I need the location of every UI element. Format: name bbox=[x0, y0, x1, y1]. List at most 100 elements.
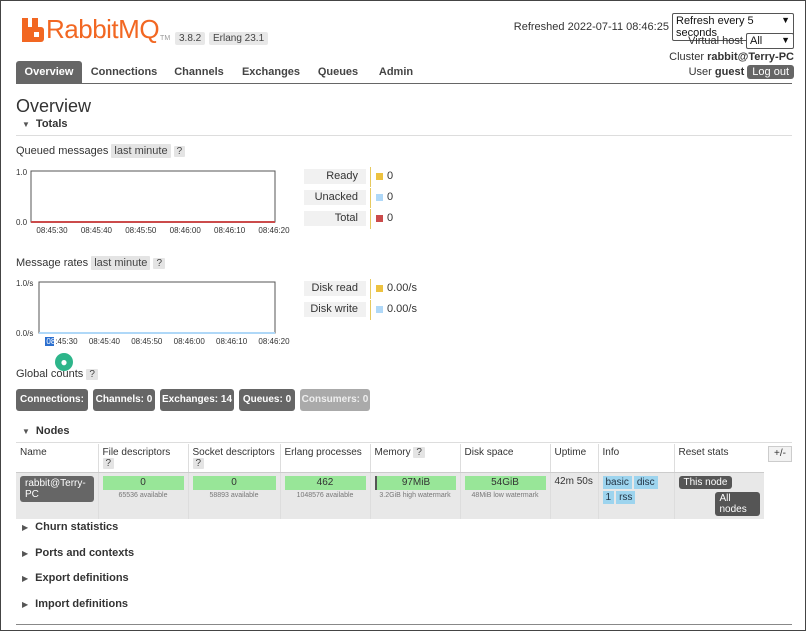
legend-label: Disk write bbox=[304, 302, 366, 317]
x-tick-label: 08:45:50 bbox=[125, 226, 157, 235]
legend-item: Disk write 0.00/s bbox=[304, 300, 454, 320]
refreshed-label: Refreshed bbox=[513, 20, 565, 33]
x-tick-label: 08:45:30 bbox=[36, 226, 68, 235]
count-badge-connections[interactable]: Connections: 0 bbox=[16, 389, 88, 427]
chevron-down-icon: ▼ bbox=[781, 15, 790, 25]
collapse-arrow-icon: ▼ bbox=[22, 120, 30, 129]
legend-item: Total 0 bbox=[304, 209, 454, 229]
x-tick-label: 08:46:20 bbox=[258, 226, 290, 235]
x-tick-label: 08:45:50 bbox=[131, 337, 163, 346]
x-axis-ticks: 08:45:30 08:45:40 08:45:50 08:46:00 08:46:10… bbox=[45, 337, 290, 346]
memory-help-button[interactable]: ? bbox=[413, 447, 425, 458]
legend-swatch bbox=[376, 194, 383, 201]
reset-this-node-button[interactable]: This node bbox=[678, 476, 733, 489]
queued-messages-label: Queued messages last minute ? bbox=[16, 144, 186, 158]
y-top-label: 1.0/s bbox=[16, 279, 33, 288]
col-uptime: Uptime bbox=[549, 444, 598, 473]
rabbitmq-version: 3.8.2 bbox=[175, 32, 206, 45]
vhost-select[interactable]: All ▼ bbox=[746, 33, 794, 49]
disk-watermark: 48MiB low watermark bbox=[471, 492, 539, 499]
x-tick-label: 08:46:00 bbox=[170, 226, 202, 235]
rabbit-logo-icon bbox=[22, 18, 44, 42]
erlang-proc-gauge: 462 bbox=[284, 476, 366, 490]
memory-watermark: 3.2GiB high watermark bbox=[379, 492, 451, 499]
nodes-table: Name File descriptors ? Socket descripto… bbox=[16, 444, 764, 519]
socket-desc-available: 58893 available bbox=[209, 492, 259, 499]
col-reset-stats: Reset stats bbox=[673, 444, 764, 473]
expand-arrow-icon: ▶ bbox=[22, 600, 29, 609]
legend-item: Disk read 0.00/s bbox=[304, 279, 454, 299]
columns-toggle-button[interactable]: +/- bbox=[768, 446, 792, 462]
x-tick-label: 08:45:30 bbox=[46, 337, 78, 346]
legend-divider bbox=[370, 279, 371, 299]
legend-value: 0.00/s bbox=[387, 303, 417, 315]
legend-label: Total bbox=[304, 211, 366, 226]
legend-swatch bbox=[376, 306, 383, 313]
queued-help-button[interactable]: ? bbox=[173, 146, 186, 157]
plot-area bbox=[30, 170, 276, 223]
legend-divider bbox=[370, 300, 371, 320]
rates-range-toggle[interactable]: last minute bbox=[91, 256, 151, 270]
node-name-link[interactable]: rabbit@Terry-PC bbox=[20, 476, 94, 502]
churn-statistics-section[interactable]: ▶ Churn statistics bbox=[22, 521, 118, 533]
info-tag-basic: basic bbox=[602, 476, 632, 489]
y-bottom-label: 0.0/s bbox=[16, 329, 33, 338]
queued-messages-chart: 1.0 0.0 08:45:30 08:45:40 08:45:50 08:46:00… bbox=[16, 168, 290, 235]
queued-range-toggle[interactable]: last minute bbox=[111, 144, 171, 158]
tab-exchanges[interactable]: Exchanges bbox=[238, 61, 304, 84]
count-badge-consumers[interactable]: Consumers: 0 bbox=[300, 389, 370, 411]
tab-connections[interactable]: Connections bbox=[88, 61, 160, 84]
legend-label: Ready bbox=[304, 169, 366, 184]
file-desc-gauge: 0 bbox=[102, 476, 184, 490]
legend-swatch bbox=[376, 285, 383, 292]
table-row: rabbit@Terry-PC 0 65536 available 0 58893 … bbox=[16, 472, 764, 519]
count-badge-exchanges[interactable]: Exchanges: 14 bbox=[160, 389, 234, 411]
nodes-header-row: Name File descriptors ? Socket descripto… bbox=[16, 444, 764, 473]
col-erlang-processes: Erlang processes bbox=[279, 444, 370, 473]
expand-arrow-icon: ▶ bbox=[22, 523, 29, 532]
chevron-down-icon: ▼ bbox=[781, 35, 790, 45]
info-tag-rss: rss bbox=[616, 491, 636, 504]
y-bottom-label: 0.0 bbox=[16, 218, 28, 227]
y-top-label: 1.0 bbox=[16, 168, 28, 177]
tab-overview[interactable]: Overview bbox=[16, 61, 82, 84]
tab-queues[interactable]: Queues bbox=[312, 61, 364, 84]
legend-label: Unacked bbox=[304, 190, 366, 205]
file-desc-help-button[interactable]: ? bbox=[102, 458, 115, 469]
expand-arrow-icon: ▶ bbox=[22, 549, 29, 558]
legend-divider bbox=[370, 209, 371, 229]
vhost-row: Virtual host All ▼ bbox=[688, 33, 794, 49]
expand-arrow-icon: ▶ bbox=[22, 574, 29, 583]
col-name: Name bbox=[16, 444, 98, 473]
import-definitions-section[interactable]: ▶ Import definitions bbox=[22, 598, 128, 610]
rabbitmq-logo[interactable]: RabbitMQ TM bbox=[22, 16, 170, 42]
info-tag-disc: disc bbox=[633, 476, 658, 489]
legend-value: 0 bbox=[387, 212, 394, 224]
legend-item: Ready 0 bbox=[304, 167, 454, 187]
uptime-value: 42m 50s bbox=[549, 472, 598, 519]
tab-admin[interactable]: Admin bbox=[372, 61, 420, 84]
count-badge-channels[interactable]: Channels: 0 bbox=[93, 389, 155, 411]
ports-contexts-section[interactable]: ▶ Ports and contexts bbox=[22, 547, 134, 559]
export-definitions-section[interactable]: ▶ Export definitions bbox=[22, 572, 129, 584]
legend-item: Unacked 0 bbox=[304, 188, 454, 208]
socket-desc-help-button[interactable]: ? bbox=[192, 458, 205, 469]
socket-desc-gauge: 0 bbox=[192, 476, 276, 490]
brand-name: RabbitMQ bbox=[46, 14, 160, 44]
global-counts-label: Global counts ? bbox=[16, 368, 98, 380]
legend-value: 0.00/s bbox=[387, 282, 417, 294]
tab-channels[interactable]: Channels bbox=[168, 61, 230, 84]
trademark: TM bbox=[160, 35, 171, 42]
totals-section-header[interactable]: ▼ Totals bbox=[16, 118, 792, 136]
global-counts-help-button[interactable]: ? bbox=[86, 369, 98, 380]
legend-swatch bbox=[376, 173, 383, 180]
legend-swatch bbox=[376, 215, 383, 222]
col-socket-descriptors: Socket descriptors? bbox=[187, 444, 280, 473]
x-tick-label: 08:46:10 bbox=[216, 337, 248, 346]
rates-help-button[interactable]: ? bbox=[153, 258, 166, 269]
reset-all-nodes-button[interactable]: All nodes bbox=[714, 492, 760, 516]
count-badge-queues[interactable]: Queues: 0 bbox=[239, 389, 295, 411]
plot-area bbox=[38, 281, 276, 334]
nodes-section-header[interactable]: ▼ Nodes bbox=[16, 425, 792, 443]
message-rates-chart: 1.0/s 0.0/s 08:45:30 08:45:40 08:45:50 08:4… bbox=[16, 279, 290, 346]
